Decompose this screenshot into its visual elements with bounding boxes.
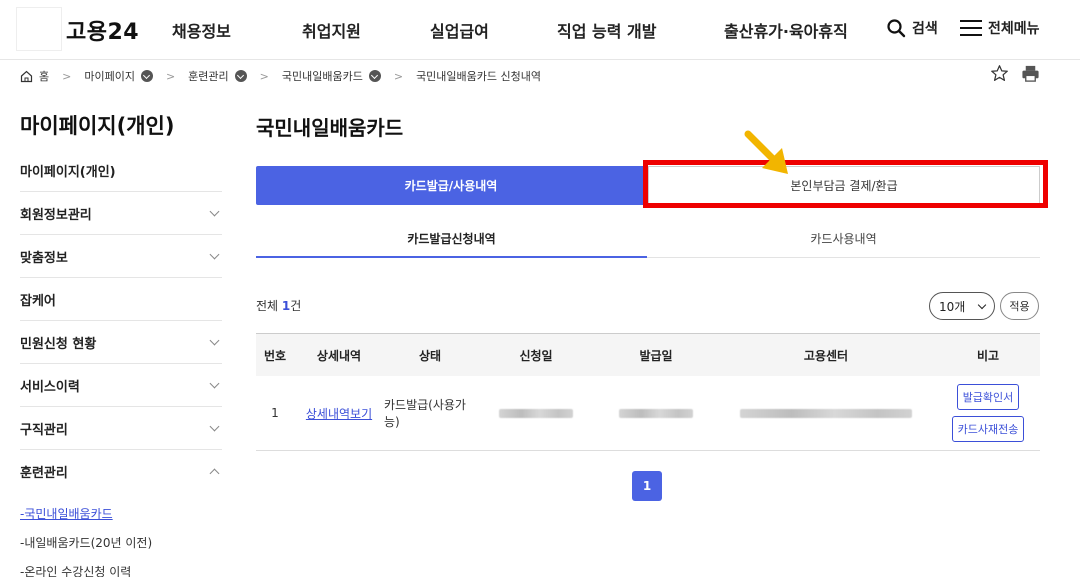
page-title: 국민내일배움카드 <box>256 116 404 140</box>
sidebar-item-job-seeking[interactable]: 구직관리 <box>20 407 222 450</box>
nav-unemployment-benefits[interactable]: 실업급여 <box>430 18 489 42</box>
nav-jobs[interactable]: 채용정보 <box>172 18 231 42</box>
submenu-national-card[interactable]: -국민내일배움카드 <box>20 499 222 528</box>
table-row: 1 상세내역보기 카드발급(사용가능) 발급확인서 카드사재전송 <box>256 376 1040 451</box>
table-header: 번호 상세내역 상태 신청일 발급일 고용센터 비고 <box>256 333 1040 376</box>
search-icon <box>887 19 906 38</box>
cell-no: 1 <box>271 406 279 420</box>
page-tools <box>990 64 1040 83</box>
sidebar-item-jobcare[interactable]: 잡케어 <box>20 278 222 321</box>
chevron-right-icon: > <box>393 69 404 83</box>
apply-button[interactable]: 적용 <box>1000 292 1039 320</box>
subtab-card-usage[interactable]: 카드사용내역 <box>647 220 1040 258</box>
sidebar-item-mypage[interactable]: 마이페이지(개인) <box>20 150 222 192</box>
breadcrumb-current: 국민내일배움카드 신청내역 <box>416 70 541 83</box>
sidebar-item-petition-status[interactable]: 민원신청 현황 <box>20 321 222 364</box>
dropdown-circle-icon[interactable] <box>140 70 153 82</box>
col-header-no: 번호 <box>263 348 287 363</box>
arrow-annotation-icon <box>744 130 788 174</box>
search-button[interactable]: 검색 <box>886 18 938 38</box>
hamburger-icon <box>960 20 982 36</box>
col-header-detail: 상세내역 <box>316 348 362 363</box>
nav-vocational-training[interactable]: 직업 능력 개발 <box>557 18 656 42</box>
chevron-down-icon <box>209 378 220 388</box>
sidebar-item-training[interactable]: 훈련관리 <box>20 450 222 493</box>
logo-emblem[interactable] <box>16 7 62 51</box>
all-menu-button[interactable]: 전체메뉴 <box>960 18 1040 38</box>
site-logo[interactable]: 고용24 <box>66 14 139 46</box>
nav-parental-leave[interactable]: 출산휴가·육아휴직 <box>724 18 848 42</box>
chevron-down-icon <box>209 421 220 431</box>
search-label: 검색 <box>912 21 938 37</box>
col-header-apply-date: 신청일 <box>519 348 553 363</box>
redacted-issue-date <box>619 408 693 418</box>
all-menu-label: 전체메뉴 <box>988 21 1040 37</box>
application-table: 번호 상세내역 상태 신청일 발급일 고용센터 비고 1 상세내역보기 카드발급… <box>256 333 1040 451</box>
sidebar: 마이페이지(개인) 회원정보관리 맞춤정보 잡케어 민원신청 현황 서비스이력 … <box>20 150 222 577</box>
col-header-issue-date: 발급일 <box>639 348 673 363</box>
col-header-note: 비고 <box>976 348 1000 363</box>
submenu-old-card[interactable]: -내일배움카드(20년 이전) <box>20 528 222 557</box>
issue-certificate-button[interactable]: 발급확인서 <box>956 384 1020 410</box>
total-count: 전체 1건 <box>256 299 302 313</box>
sidebar-item-custom-info[interactable]: 맞춤정보 <box>20 235 222 278</box>
sidebar-title: 마이페이지(개인) <box>20 114 175 138</box>
chevron-up-icon <box>209 468 220 479</box>
sidebar-submenu: -국민내일배움카드 -내일배움카드(20년 이전) -온라인 수강신청 이력 <box>20 493 222 577</box>
chevron-right-icon: > <box>165 69 176 83</box>
submenu-online-history[interactable]: -온라인 수강신청 이력 <box>20 557 222 577</box>
chevron-down-icon <box>209 206 220 216</box>
col-header-center: 고용센터 <box>803 348 849 363</box>
breadcrumb-mypage[interactable]: 마이페이지 <box>84 68 153 84</box>
chevron-down-icon <box>209 249 220 259</box>
card-resend-button[interactable]: 카드사재전송 <box>951 416 1025 442</box>
cell-status: 카드발급(사용가능) <box>384 398 466 429</box>
chevron-right-icon: > <box>259 69 269 83</box>
page-size-select[interactable]: 10개 <box>929 292 995 320</box>
site-header: 고용24 채용정보 취업지원 실업급여 직업 능력 개발 출산휴가·육아휴직 검… <box>0 0 1080 60</box>
breadcrumb-training[interactable]: 훈련관리 <box>188 68 247 84</box>
redacted-apply-date <box>499 408 573 418</box>
dropdown-circle-icon[interactable] <box>368 70 381 82</box>
pagination-page-1[interactable]: 1 <box>632 471 662 501</box>
sidebar-item-member-info[interactable]: 회원정보관리 <box>20 192 222 235</box>
print-icon[interactable] <box>1021 64 1040 83</box>
breadcrumb: 홈 > 마이페이지 > 훈련관리 > 국민내일배움카드 > 국민내일배움카드 신… <box>20 60 1080 92</box>
tab-card-issue-usage[interactable]: 카드발급/사용내역 <box>256 166 646 205</box>
dropdown-circle-icon[interactable] <box>234 70 247 82</box>
chevron-down-icon <box>977 300 987 310</box>
home-icon <box>20 70 33 82</box>
redacted-center <box>740 408 912 418</box>
col-header-status: 상태 <box>418 348 442 363</box>
chevron-down-icon <box>209 335 220 345</box>
nav-employment-support[interactable]: 취업지원 <box>302 18 361 42</box>
detail-link[interactable]: 상세내역보기 <box>306 405 372 422</box>
chevron-right-icon: > <box>62 69 72 83</box>
star-icon[interactable] <box>990 64 1009 83</box>
sidebar-item-service-history[interactable]: 서비스이력 <box>20 364 222 407</box>
breadcrumb-card[interactable]: 국민내일배움카드 <box>282 68 381 84</box>
tab-self-payment-refund[interactable]: 본인부담금 결제/환급 <box>648 166 1040 205</box>
breadcrumb-home[interactable]: 홈 <box>20 68 49 84</box>
subtab-card-application[interactable]: 카드발급신청내역 <box>256 220 647 258</box>
